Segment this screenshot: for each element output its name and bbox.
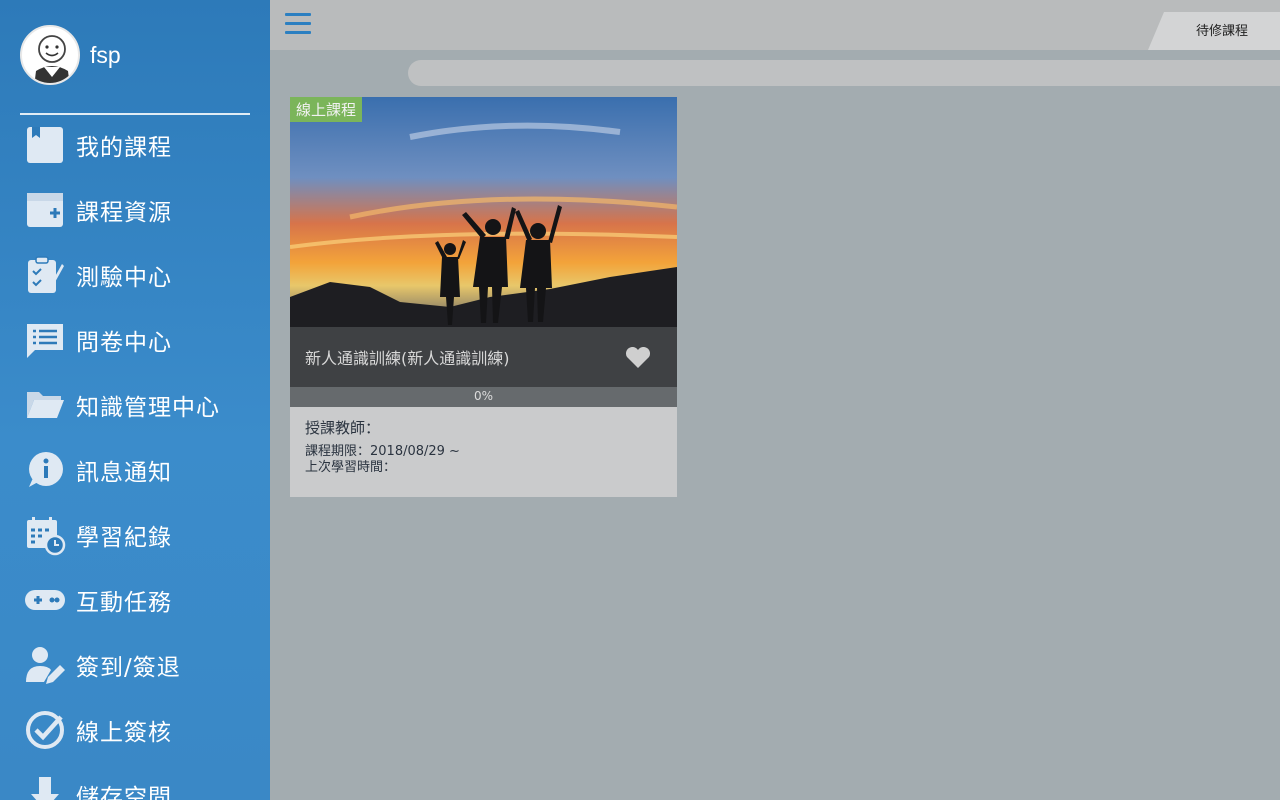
top-bar: 待修課程	[270, 0, 1280, 50]
search-bar[interactable]	[408, 60, 1280, 86]
sidebar: fsp 我的課程 課程資源 測驗中心 問卷中心 知識管理中心 訊息通知 學習紀錄…	[0, 0, 270, 800]
sunset-photo	[290, 97, 677, 327]
course-title: 新人通識訓練(新人通識訓練)	[305, 349, 510, 368]
menu-icon[interactable]	[285, 13, 311, 35]
sidebar-item-course-resources[interactable]: 課程資源	[0, 177, 270, 242]
avatar	[20, 25, 80, 85]
calendar-clock-icon	[24, 514, 66, 556]
sidebar-item-storage[interactable]: 儲存空間	[0, 762, 270, 800]
course-teacher: 授課教師：	[305, 419, 381, 437]
sidebar-item-label: 測驗中心	[76, 264, 172, 291]
quiz-clipboard-icon	[24, 254, 66, 296]
sidebar-item-label: 知識管理中心	[76, 394, 220, 421]
sidebar-item-label: 問卷中心	[76, 329, 172, 356]
sidebar-item-label: 學習紀錄	[76, 524, 172, 551]
sidebar-item-label: 訊息通知	[76, 459, 172, 486]
user-profile[interactable]: fsp	[20, 25, 121, 85]
sidebar-item-learning-records[interactable]: 學習紀錄	[0, 502, 270, 567]
sidebar-item-label: 我的課程	[76, 134, 172, 161]
sidebar-item-label: 課程資源	[76, 199, 172, 226]
gamepad-icon	[24, 579, 66, 621]
username: fsp	[90, 41, 121, 68]
sidebar-item-label: 線上簽核	[76, 719, 172, 746]
sidebar-item-check-in-out[interactable]: 簽到/簽退	[0, 632, 270, 697]
course-last-study: 上次學習時間：	[305, 460, 397, 475]
online-course-badge: 線上課程	[290, 97, 363, 122]
course-title-bar: 新人通識訓練(新人通識訓練)	[290, 327, 677, 387]
sidebar-menu: 我的課程 課程資源 測驗中心 問卷中心 知識管理中心 訊息通知 學習紀錄 互動任…	[0, 112, 270, 800]
book-icon	[24, 124, 66, 166]
favorite-heart-icon[interactable]	[625, 346, 651, 369]
course-image: 線上課程	[290, 97, 677, 327]
check-circle-icon	[24, 709, 66, 751]
sidebar-item-knowledge-center[interactable]: 知識管理中心	[0, 372, 270, 437]
download-icon	[24, 774, 66, 800]
progress-text: 0%	[473, 389, 494, 403]
info-bubble-icon	[24, 449, 66, 491]
sidebar-item-label: 簽到/簽退	[76, 654, 181, 681]
folder-open-icon	[24, 384, 66, 426]
survey-chat-icon	[24, 319, 66, 361]
user-avatar-icon	[34, 35, 70, 83]
user-edit-icon	[24, 644, 66, 686]
sidebar-item-survey-center[interactable]: 問卷中心	[0, 307, 270, 372]
folder-add-icon	[24, 189, 66, 231]
sidebar-item-my-courses[interactable]: 我的課程	[0, 112, 270, 177]
sidebar-item-quiz-center[interactable]: 測驗中心	[0, 242, 270, 307]
tab-label: 待修課程	[1195, 24, 1248, 39]
course-progress-bar: 0%	[290, 387, 677, 407]
main-content: 待修課程 線上課程 新人通識訓練(新人通識訓練) 0% 授課教師： 課程期限：2…	[270, 0, 1280, 800]
course-info: 授課教師： 課程期限：2018/08/29 ~ 上次學習時間：	[305, 417, 460, 476]
course-period: 課程期限：2018/08/29 ~	[305, 444, 460, 459]
sidebar-item-label: 儲存空間	[76, 784, 172, 800]
sidebar-item-label: 互動任務	[76, 589, 172, 616]
sidebar-item-interactive-tasks[interactable]: 互動任務	[0, 567, 270, 632]
course-card[interactable]: 線上課程 新人通識訓練(新人通識訓練) 0% 授課教師： 課程期限：2018/0…	[290, 97, 677, 497]
sidebar-item-online-approval[interactable]: 線上簽核	[0, 697, 270, 762]
sidebar-item-notifications[interactable]: 訊息通知	[0, 437, 270, 502]
